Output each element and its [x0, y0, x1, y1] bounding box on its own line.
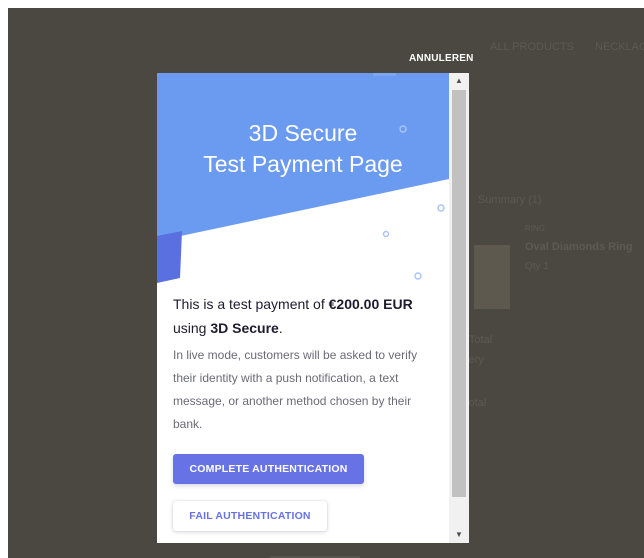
- hero-dot-4: [414, 272, 422, 280]
- summary-middle: using: [173, 320, 211, 336]
- scroll-up-icon[interactable]: ▲: [449, 73, 469, 89]
- summary-suffix: .: [278, 320, 283, 336]
- bg-summary-heading: Summary (1): [478, 194, 542, 206]
- hero-top-bar: [373, 73, 396, 76]
- title-line-1: 3D Secure: [248, 120, 358, 146]
- bg-product-name: Oval Diamonds Ring: [525, 241, 633, 253]
- complete-authentication-button[interactable]: COMPLETE AUTHENTICATION: [173, 454, 364, 484]
- scrollbar-thumb[interactable]: [452, 90, 466, 497]
- fail-authentication-button[interactable]: FAIL AUTHENTICATION: [173, 501, 327, 531]
- vertical-scrollbar[interactable]: ▲ ▼: [449, 73, 469, 543]
- modal-content: 3D Secure Test Payment Page This is a te…: [157, 73, 449, 543]
- summary-prefix: This is a test payment of: [173, 296, 329, 312]
- title-line-2: Test Payment Page: [203, 151, 403, 177]
- bg-nav-necklaces: NECKLACES: [595, 41, 644, 53]
- bg-nav-all-products: ALL PRODUCTS: [490, 41, 574, 53]
- payment-method: 3D Secure: [210, 320, 279, 336]
- payment-summary: This is a test payment of €200.00 EUR usi…: [173, 292, 441, 340]
- hero-dot-3: [382, 230, 390, 238]
- scroll-down-icon[interactable]: ▼: [449, 527, 469, 543]
- bg-product-qty: Qty 1: [525, 261, 549, 272]
- hero-side-tab: [157, 231, 182, 283]
- page-title: 3D Secure Test Payment Page: [157, 118, 449, 180]
- payment-amount: €200.00 EUR: [328, 296, 413, 312]
- cancel-link[interactable]: ANNULEREN: [409, 53, 474, 64]
- live-mode-description: In live mode, customers will be asked to…: [173, 348, 418, 431]
- hero-dot-2: [437, 204, 445, 212]
- bg-product-thumbnail: [474, 245, 510, 309]
- bg-product-label: RING: [525, 224, 545, 233]
- 3ds-modal: 3D Secure Test Payment Page This is a te…: [157, 73, 469, 543]
